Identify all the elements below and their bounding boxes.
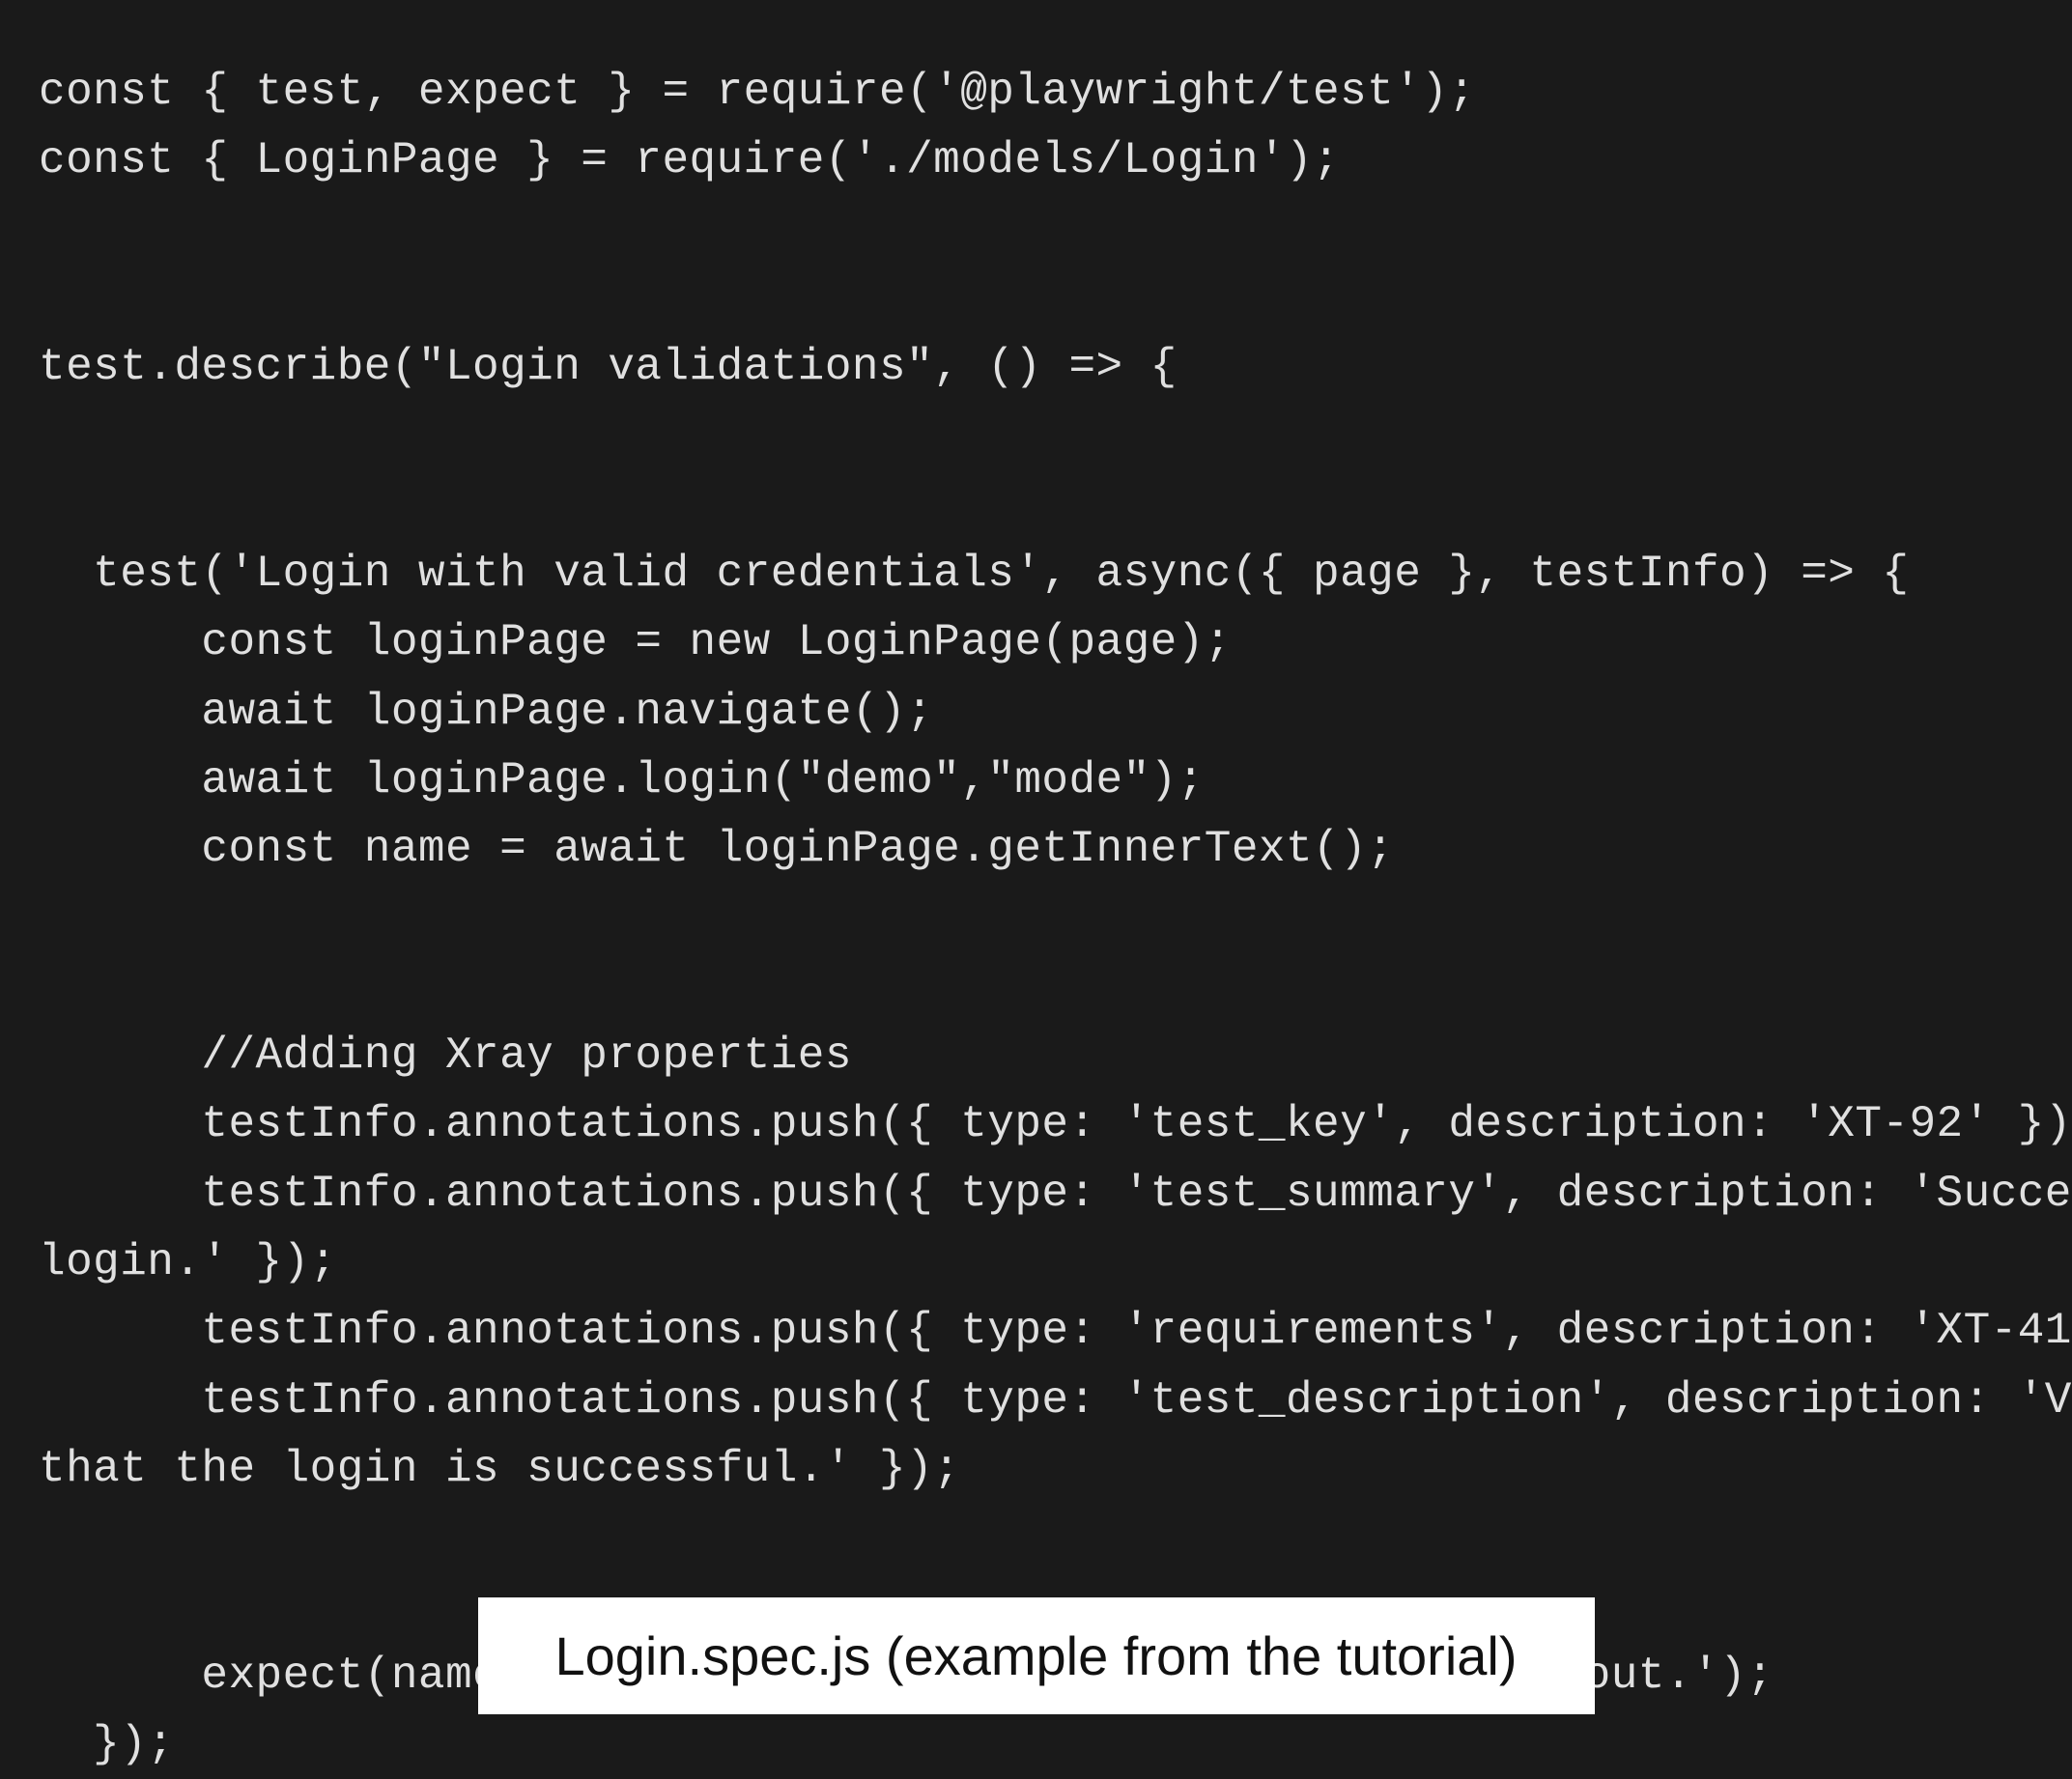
code-area: const { test, expect } = require('@playw… [0,0,2072,1540]
code-line-18: login.' }); [39,1237,337,1287]
code-line-17: testInfo.annotations.push({ type: 'test_… [39,1169,2072,1219]
code-line-16: testInfo.annotations.push({ type: 'test_… [39,1099,2072,1149]
code-block: const { test, expect } = require('@playw… [39,58,2033,1779]
caption-text: Login.spec.js (example from the tutorial… [555,1625,1518,1686]
code-line-19: testInfo.annotations.push({ type: 'requi… [39,1306,2072,1356]
caption-box: Login.spec.js (example from the tutorial… [478,1597,1595,1714]
code-line-15: //Adding Xray properties [39,1031,852,1081]
code-line-20: testInfo.annotations.push({ type: 'test_… [39,1375,2072,1426]
code-line-11: await loginPage.login("demo","mode"); [39,755,1205,805]
code-line-25: }); [39,1719,174,1769]
code-line-21: that the login is successful.' }); [39,1444,960,1494]
code-line-9: const loginPage = new LoginPage(page); [39,617,1232,667]
code-line-1: const { test, expect } = require('@playw… [39,67,1475,117]
code-line-8: test('Login with valid credentials', asy… [39,549,1909,599]
code-line-5: test.describe("Login validations", () =>… [39,342,1178,392]
code-line-12: const name = await loginPage.getInnerTex… [39,824,1394,874]
code-line-2: const { LoginPage } = require('./models/… [39,135,1340,185]
code-line-10: await loginPage.navigate(); [39,687,933,737]
